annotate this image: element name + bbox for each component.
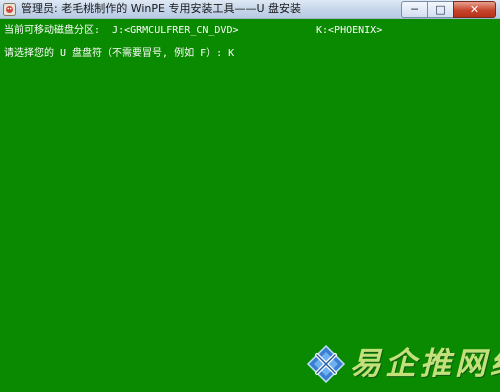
app-icon[interactable]	[3, 3, 16, 16]
watermark: 易企推网络	[306, 342, 500, 386]
console-window: 管理员: 老毛桃制作的 WinPE 专用安装工具——U 盘安装 ─ □ ✕ 当前…	[0, 0, 500, 392]
removable-partitions-line: 当前可移动磁盘分区: J:<GRMCULFRER_CN_DVD>	[4, 25, 239, 36]
maximize-button[interactable]: □	[427, 1, 453, 18]
title-bar[interactable]: 管理员: 老毛桃制作的 WinPE 专用安装工具——U 盘安装 ─ □ ✕	[0, 0, 500, 19]
console-output[interactable]: 当前可移动磁盘分区: J:<GRMCULFRER_CN_DVD> K:<PHOE…	[0, 19, 500, 392]
watermark-text: 易企推网络	[350, 346, 500, 382]
window-title: 管理员: 老毛桃制作的 WinPE 专用安装工具——U 盘安装	[21, 2, 301, 15]
watermark-logo-icon	[306, 344, 346, 384]
window-controls: ─ □ ✕	[401, 1, 496, 18]
maximize-icon: □	[435, 3, 446, 16]
drive-letter-prompt: 请选择您的 U 盘盘符（不需要冒号, 例如 F）: K	[4, 48, 235, 59]
close-icon: ✕	[469, 3, 480, 16]
minimize-button[interactable]: ─	[401, 1, 427, 18]
minimize-icon: ─	[411, 3, 418, 16]
close-button[interactable]: ✕	[453, 1, 496, 18]
drive-k-entry: K:<PHOENIX>	[316, 25, 383, 36]
